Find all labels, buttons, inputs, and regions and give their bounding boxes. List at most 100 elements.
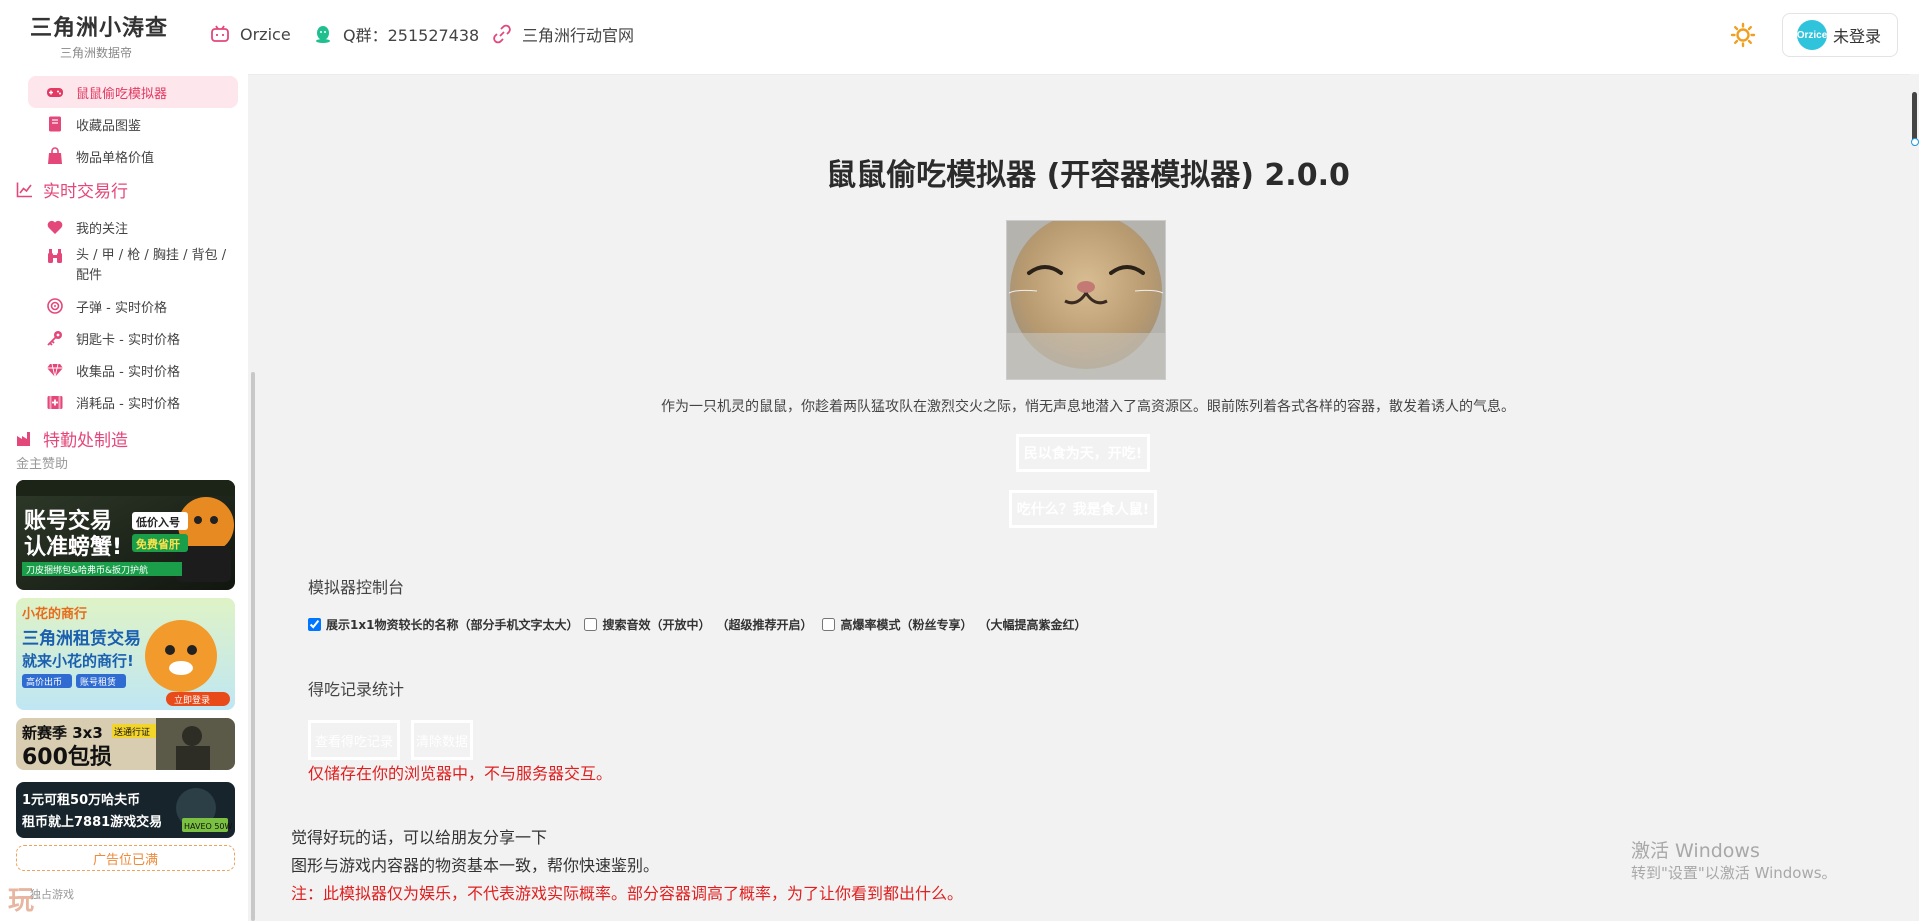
factory-icon <box>17 431 30 446</box>
sidebar-item-collectible-price[interactable]: 收集品 - 实时价格 <box>28 354 238 386</box>
brand-subtitle: 三角洲数据帝 <box>60 46 133 60</box>
qq-icon <box>316 26 330 43</box>
sidebar-item-label: 收集品 - 实时价格 <box>76 364 180 380</box>
sidebar-scrollbar[interactable] <box>251 372 255 921</box>
long-names-checkbox[interactable] <box>308 617 321 631</box>
ad-image: 账号交易 认准螃蟹! 低价入号 免费省肝 刀皮捆绑包&哈弗币&扳刀护航 <box>16 480 235 590</box>
ad-line1: 账号交易 <box>24 508 112 534</box>
brand-title[interactable]: 三角洲小涛查 <box>30 10 168 42</box>
ad-banner-xiaohua-shop[interactable]: 小花的商行 三角洲租赁交易 就来小花的商行! 高价出币 账号租赁 立即登录 <box>16 598 235 710</box>
ad-footer: 刀皮捆绑包&哈弗币&扳刀护航 <box>26 564 148 576</box>
sidebar-item-consumable-price[interactable]: 消耗品 - 实时价格 <box>28 386 238 418</box>
sidebar-item-label: 头 / 甲 / 枪 / 胸挂 / 背包 / 配件 <box>76 248 227 283</box>
chart-line-icon <box>16 182 32 197</box>
option-label: 展示1x1物资较长的名称（部分手机文字太大） <box>326 617 579 632</box>
option-long-names[interactable]: 展示1x1物资较长的名称（部分手机文字太大） <box>308 616 578 633</box>
heart-icon <box>46 218 64 236</box>
ad-badge1: 高价出币 <box>26 676 62 688</box>
ad-tag: 送通行证 <box>114 726 150 738</box>
login-button[interactable]: Orzice 未登录 <box>1782 13 1898 57</box>
windows-activation-title: 激活 Windows <box>1631 840 1760 862</box>
site-watermark-text: 独占游戏 <box>30 888 74 901</box>
ad-line1: 1元可租50万哈夫币 <box>22 792 140 808</box>
ad-banner-new-season[interactable]: 新赛季 3x3 送通行证 600包损 <box>16 718 235 770</box>
control-panel-title: 模拟器控制台 <box>308 578 405 597</box>
book-icon <box>46 115 64 133</box>
bag-icon <box>46 147 64 165</box>
ad-line2: 租币就上7881游戏交易 <box>22 814 162 830</box>
control-panel: 展示1x1物资较长的名称（部分手机文字太大） 搜索音效（开放中） （超级推荐开启… <box>308 614 1097 634</box>
key-icon <box>46 329 64 347</box>
sidebar-group-special-craft[interactable]: 特勤处制造 <box>16 425 128 451</box>
option-hint: （大幅提高紫金红） <box>978 617 1087 632</box>
sidebar-item-label: 钥匙卡 - 实时价格 <box>76 332 180 348</box>
storage-warning: 仅储存在你的浏览器中，不与服务器交互。 <box>308 764 613 783</box>
sidebar-item-equipment[interactable]: 头 / 甲 / 枪 / 胸挂 / 背包 / 配件 <box>28 244 238 288</box>
sun-icon <box>1730 22 1756 48</box>
sidebar-item-label: 收藏品图鉴 <box>76 118 142 134</box>
sidebar-item-label: 鼠鼠偷吃模拟器 <box>76 86 168 102</box>
ad-badge: HAVEO 50W <box>184 822 233 831</box>
ad-banner-crab-account[interactable]: 账号交易 认准螃蟹! 低价入号 免费省肝 刀皮捆绑包&哈弗币&扳刀护航 <box>16 480 235 590</box>
ad-line1: 三角洲租赁交易 <box>22 628 141 649</box>
mouse-avatar-image <box>1006 220 1166 380</box>
theme-toggle-button[interactable] <box>1730 22 1756 48</box>
records-title: 得吃记录统计 <box>308 680 405 699</box>
nav-link-bilibili[interactable]: Orzice <box>210 22 291 46</box>
search-sound-checkbox[interactable] <box>584 617 598 631</box>
page-title: 鼠鼠偷吃模拟器 (开容器模拟器) 2.0.0 <box>826 158 1350 193</box>
main-scrollbar[interactable] <box>1910 74 1919 921</box>
bilibili-icon <box>211 25 229 42</box>
login-label: 未登录 <box>1833 27 1882 46</box>
sidebar-item-label: 子弹 - 实时价格 <box>76 300 167 316</box>
intro-text: 作为一只机灵的鼠鼠，你趁着两队猛攻队在激烈交火之际，悄无声息地潜入了高资源区。眼… <box>661 399 1515 415</box>
ad-line1: 新赛季 3x3 <box>22 724 103 742</box>
high-drop-checkbox[interactable] <box>822 617 836 631</box>
ad-line2: 600包损 <box>22 744 112 770</box>
sidebar-item-my-follows[interactable]: 我的关注 <box>28 211 238 243</box>
option-high-drop[interactable]: 高爆率模式（粉丝专享） <box>822 616 973 633</box>
sidebar-item-keycard-price[interactable]: 钥匙卡 - 实时价格 <box>28 322 238 354</box>
ad-line2: 就来小花的商行! <box>22 652 134 670</box>
target-icon <box>46 297 64 315</box>
sidebar-item-ammo-price[interactable]: 子弹 - 实时价格 <box>28 290 238 322</box>
link-icon <box>493 24 511 44</box>
ad-tag2: 免费省肝 <box>136 537 180 551</box>
sponsor-label: 金主赞助 <box>16 457 69 472</box>
sidebar-item-mouse-simulator[interactable]: 鼠鼠偷吃模拟器 <box>28 76 238 108</box>
ad-image: 1元可租50万哈夫币 租币就上7881游戏交易 HAVEO 50W <box>16 782 235 838</box>
disclaimer-note: 注：此模拟器仅为娱乐，不代表游戏实际概率。部分容器调高了概率，为了让你看到都出什… <box>291 884 964 903</box>
ad-cta: 立即登录 <box>174 694 210 706</box>
sidebar-item-label: 我的关注 <box>76 221 129 237</box>
what-to-eat-button[interactable]: 吃什么？我是食人鼠! <box>1009 490 1157 528</box>
option-hint: （超级推荐开启） <box>716 617 813 632</box>
nav-link-label: 三角洲行动官网 <box>522 26 635 45</box>
sidebar-group-label: 实时交易行 <box>43 181 128 202</box>
ad-image: 新赛季 3x3 送通行证 600包损 <box>16 718 235 770</box>
ad-badge2: 账号租赁 <box>80 676 116 688</box>
ad-banner-7881[interactable]: 1元可租50万哈夫币 租币就上7881游戏交易 HAVEO 50W <box>16 782 235 838</box>
sidebar-item-collection-atlas[interactable]: 收藏品图鉴 <box>28 108 238 140</box>
ad-slot-full-button[interactable]: 广告位已满 <box>16 845 235 871</box>
scroll-indicator-dot <box>1911 138 1919 146</box>
nav-link-qq[interactable]: Q群：251527438 <box>313 22 479 46</box>
ad-line2: 认准螃蟹! <box>24 534 122 560</box>
avatar: Orzice <box>1797 20 1827 50</box>
sidebar-group-realtime-trade[interactable]: 实时交易行 <box>16 176 128 202</box>
clear-data-button[interactable]: 清除数据 <box>411 720 473 760</box>
sidebar: 鼠鼠偷吃模拟器 收藏品图鉴 物品单格价值 实时交易行 我的关注 头 / 甲 / … <box>0 74 248 921</box>
nav-link-official[interactable]: 三角洲行动官网 <box>492 22 634 46</box>
ad-tag1: 低价入号 <box>135 515 180 529</box>
sidebar-item-label: 消耗品 - 实时价格 <box>76 396 180 412</box>
consistency-text: 图形与游戏内容器的物资基本一致，帮你快速鉴别。 <box>291 856 660 875</box>
nav-link-label: Q群：251527438 <box>343 26 480 45</box>
ad-image: 小花的商行 三角洲租赁交易 就来小花的商行! 高价出币 账号租赁 立即登录 <box>16 598 235 710</box>
option-label: 高爆率模式（粉丝专享） <box>840 617 973 632</box>
view-records-button[interactable]: 查看得吃记录 <box>308 720 400 760</box>
start-eating-button[interactable]: 民以食为天，开吃! <box>1016 434 1150 472</box>
sidebar-group-label: 特勤处制造 <box>43 430 128 451</box>
main-content: 鼠鼠偷吃模拟器 (开容器模拟器) 2.0.0 作为一只机灵的鼠鼠，你趁着两队猛攻… <box>257 74 1919 921</box>
windows-activation-subtitle: 转到"设置"以激活 Windows。 <box>1631 864 1837 882</box>
sidebar-item-item-cell-value[interactable]: 物品单格价值 <box>28 140 238 172</box>
option-search-sound[interactable]: 搜索音效（开放中） <box>584 616 710 633</box>
